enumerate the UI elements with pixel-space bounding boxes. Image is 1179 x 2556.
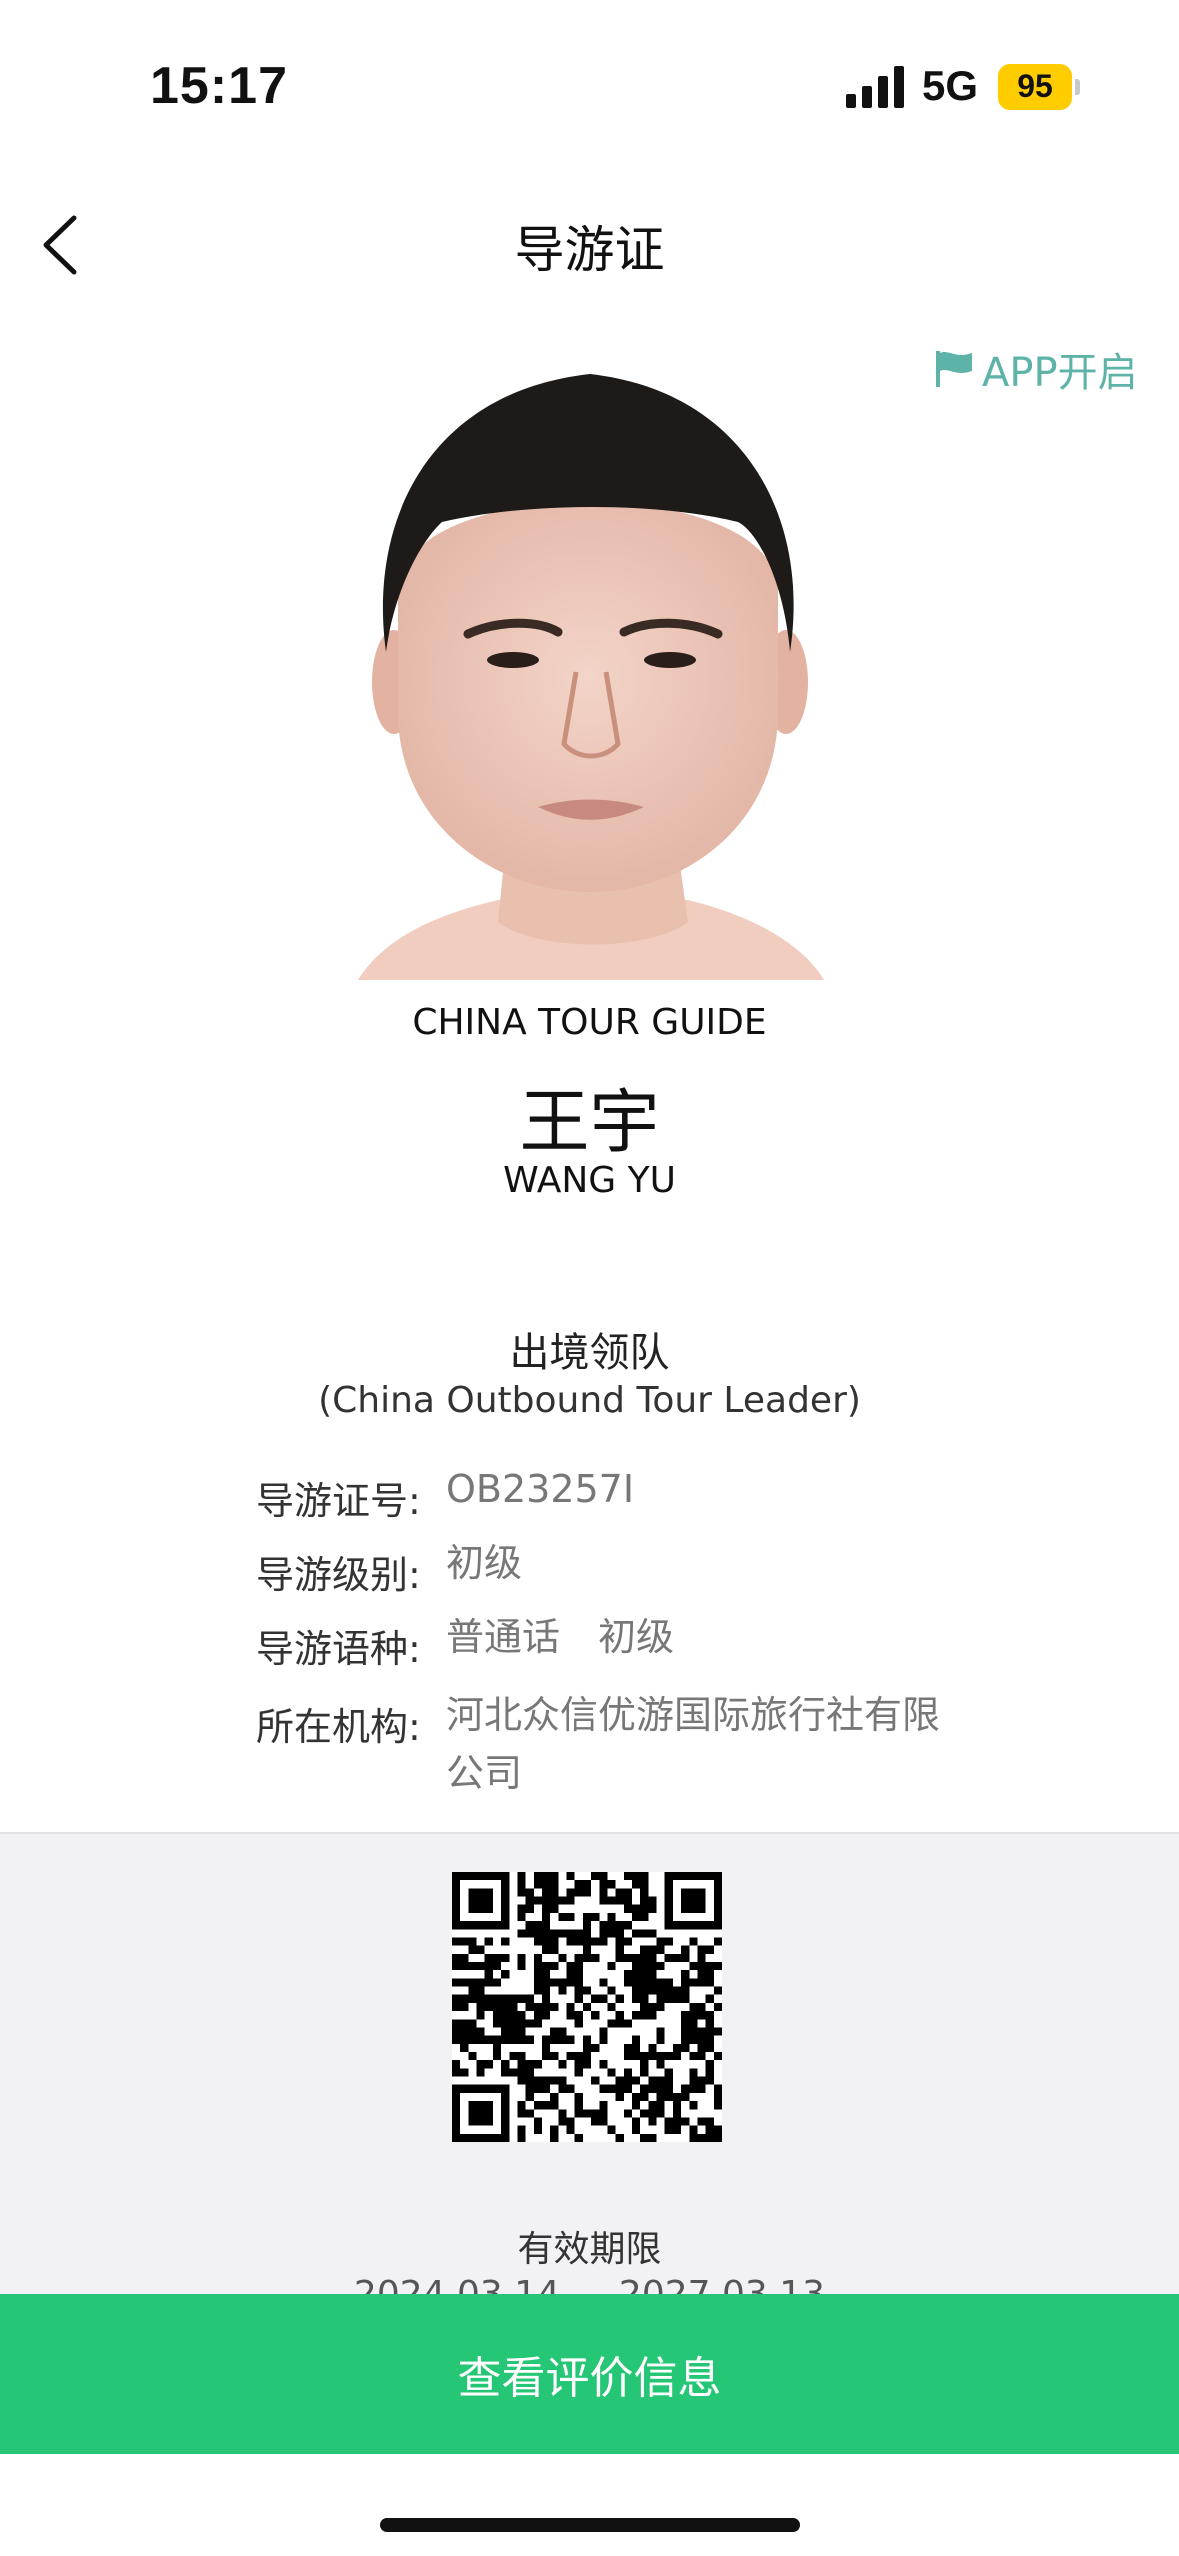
guide-name-chinese: 王宇: [519, 1081, 660, 1163]
detail-label: 导游语种:: [256, 1627, 421, 1671]
battery-icon: 95: [998, 64, 1080, 110]
detail-label: 所在机构:: [256, 1705, 421, 1749]
signal-icon: [846, 66, 904, 108]
detail-row-language: 导游语种: 普通话 初级: [256, 1615, 966, 1673]
guide-photo: [358, 352, 824, 980]
battery-level: 95: [1017, 68, 1053, 104]
guide-role-chinese: 出境领队: [509, 1330, 670, 1376]
app-open-label: APP开启: [982, 350, 1138, 396]
home-indicator: [380, 2518, 800, 2532]
guide-role-english: (China Outbound Tour Leader): [318, 1380, 861, 1421]
guide-name-english: WANG YU: [503, 1160, 676, 1201]
detail-value: OB23257I: [446, 1467, 635, 1511]
detail-value: 普通话 初级: [446, 1615, 675, 1659]
detail-value: 初级: [446, 1541, 523, 1585]
network-type: 5G: [922, 62, 979, 109]
detail-label: 导游证号:: [256, 1479, 421, 1523]
flag-icon: [936, 351, 972, 387]
view-reviews-button[interactable]: 查看评价信息: [0, 2294, 1179, 2454]
qr-code: [452, 1872, 722, 2142]
detail-row-agency: 所在机构: 河北众信优游国际旅行社有限公司: [256, 1693, 966, 1802]
detail-row-level: 导游级别: 初级: [256, 1541, 966, 1599]
detail-value: 河北众信优游国际旅行社有限公司: [446, 1693, 941, 1795]
app-open-link[interactable]: APP开启: [934, 340, 1138, 398]
card-org-title: CHINA TOUR GUIDE: [412, 1002, 767, 1043]
status-time: 15:17: [150, 57, 288, 115]
page-title: 导游证: [514, 221, 665, 279]
validity-label: 有效期限: [517, 2229, 662, 2270]
detail-row-license: 导游证号: OB23257I: [256, 1467, 966, 1525]
detail-label: 导游级别:: [256, 1553, 421, 1597]
